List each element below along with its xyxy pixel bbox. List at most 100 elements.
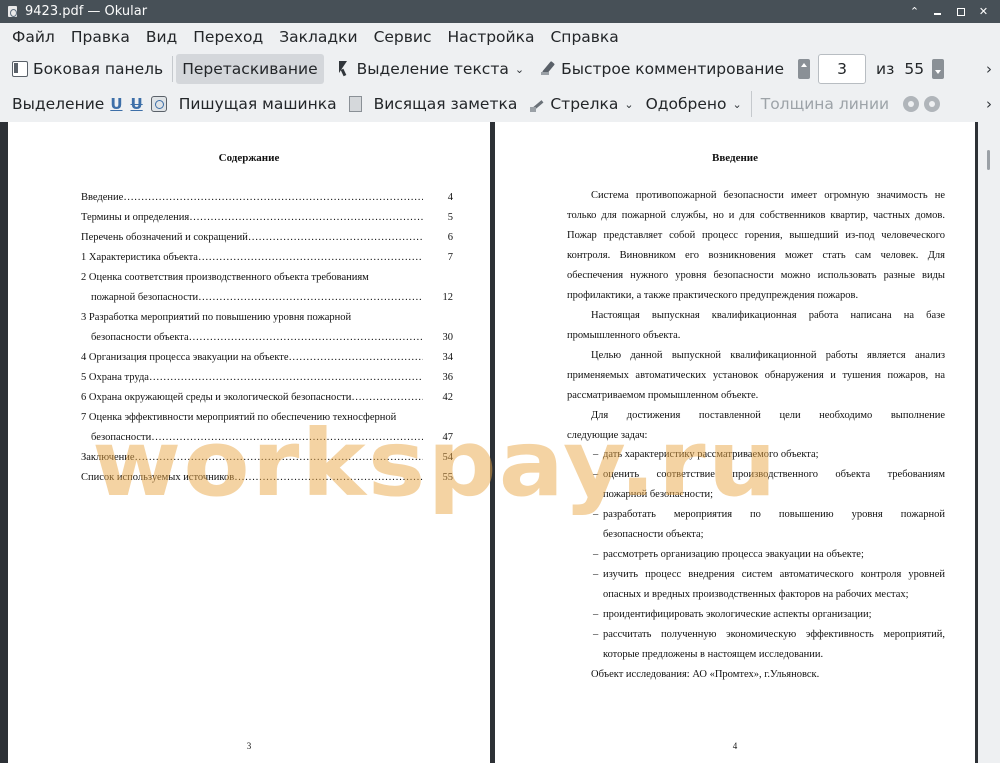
toolbar-overflow-icon[interactable]: › [986,95,992,113]
paragraph-line: Система противопожарной безопасности име… [591,190,945,201]
text-select-label: Выделение текста [356,60,509,78]
page-number: 3 [246,741,252,751]
page-of-label: из [876,60,895,78]
menu-bookmarks[interactable]: Закладки [271,23,365,51]
line-width-label: Толщина линии [760,95,890,113]
popup-note-button[interactable]: Висящая заметка [368,89,524,119]
paragraph-line: следующие задач: [567,430,648,441]
paragraph-line: Настоящая выпускная квалификационная раб… [591,310,945,321]
approved-stamp-button[interactable]: Одобрено ⌄ [640,89,748,119]
paragraph-line: Целью данной выпускной квалификационной … [591,350,945,361]
toc-entry: 5 Охрана труда……………………………………………………………………… [81,372,453,383]
document-view[interactable]: Содержание Введение………………………………………………………… [0,122,1000,763]
minimize-icon[interactable] [931,5,944,18]
opacity-icon[interactable] [924,96,941,112]
pdf-page-4: Введение Система противопожарной безопас… [495,122,975,763]
list-item: разработать мероприятия по повышению уро… [603,509,945,520]
keep-above-icon[interactable]: ⌃ [908,5,921,18]
highlight-button[interactable]: Выделение [6,89,110,119]
chevron-down-icon[interactable]: ⌄ [624,98,633,111]
quick-annotations-label: Быстрое комментирование [561,60,784,78]
text-select-button[interactable]: Выделение текста ⌄ [330,54,530,84]
toc-entry: безопасности объекта……………………………………………………… [91,332,453,343]
list-bullet: – [593,549,599,560]
paragraph-line: применяемых автоматических установок обн… [567,370,945,381]
page-heading: Введение [711,152,759,164]
list-item: безопасности объекта; [603,529,704,540]
color-icon[interactable] [903,96,920,112]
toc-entry: Список используемых источников…………………………… [81,472,453,483]
paragraph-line: обеспечения нужного уровня безопасности … [567,270,945,281]
squiggle-underline-icon[interactable]: U [131,95,143,113]
sidebar-button[interactable]: Боковая панель [6,54,169,84]
menu-go[interactable]: Переход [185,23,271,51]
toc-entry: Заключение………………………………………………………………………………… [81,452,453,463]
toolbar-separator [172,56,174,82]
toc-entry: Термины и определения…………………………………………………… [81,212,453,223]
menu-edit[interactable]: Правка [63,23,138,51]
menu-settings[interactable]: Настройка [440,23,543,51]
note-icon [348,96,362,112]
paragraph-line: Объект исследования: АО «Промтех», г.Уль… [591,669,820,680]
toc-entry: пожарной безопасности…………………………………………………… [91,292,453,303]
toolbar-separator [750,91,752,117]
list-bullet: – [593,509,599,520]
close-icon[interactable]: ✕ [977,5,990,18]
paragraph-line: Пожар представляет собой процесс горения… [567,230,945,241]
list-bullet: – [593,449,599,460]
arrow-icon [529,96,545,112]
menu-file[interactable]: Файл [4,23,63,51]
scrollbar-thumb[interactable] [987,150,990,170]
list-item: дать характеристику рассматриваемого объ… [603,449,819,460]
sidebar-icon [12,61,28,77]
menu-help[interactable]: Справка [542,23,626,51]
list-item: проидентифицировать экологические аспект… [603,609,872,620]
page-heading: Содержание [218,152,280,164]
toc-entry: 1 Характеристика объекта…………………………………………… [81,252,453,263]
toc-entry: Введение……………………………………………………………………………………… [81,192,453,203]
line-width-button[interactable]: Толщина линии [755,89,895,119]
toc-entry: 4 Организация процесса эвакуации на объе… [81,352,453,363]
toc-entry: 3 Разработка мероприятий по повышению ур… [81,312,352,323]
underline-icon[interactable]: U [110,95,122,113]
toc-entry: 7 Оценка эффективности мероприятий по об… [81,412,397,423]
paragraph-line: профилактики, а также практического пред… [567,290,859,301]
toolbar-overflow-icon[interactable]: › [986,60,992,78]
list-item: которые предложены в настоящем исследова… [603,649,824,660]
paragraph-line: только для пожарной службы, но и для соб… [567,210,945,221]
menu-tools[interactable]: Сервис [366,23,440,51]
typewriter-button[interactable]: Пишущая машинка [173,89,343,119]
menu-bar: Файл Правка Вид Переход Закладки Сервис … [0,23,1000,51]
toc-entry: 6 Охрана окружающей среды и экологическо… [81,392,453,403]
title-bar: 9423.pdf — Okular ⌃ ✕ [0,0,1000,23]
menu-view[interactable]: Вид [138,23,185,51]
toc-entry: 2 Оценка соответствия производственного … [81,272,369,283]
browse-tool-button[interactable]: Перетаскивание [176,54,324,84]
page-number-input[interactable]: 3 [818,54,866,84]
chevron-down-icon[interactable]: ⌄ [733,98,742,111]
list-bullet: – [593,569,599,580]
page-total-label: 55 [904,60,925,78]
list-item: изучить процесс внедрения систем автомат… [603,569,945,580]
popup-note-label: Висящая заметка [373,95,518,113]
previous-page-icon[interactable] [798,59,810,79]
list-bullet: – [593,629,599,640]
arrow-label: Стрелка [550,95,619,113]
toc-entry: Перечень обозначений и сокращений…………………… [81,232,453,243]
toc-entry: безопасности…………………………………………………………………………… [91,432,453,443]
vertical-scrollbar[interactable] [978,122,1000,763]
stamp-icon[interactable] [150,96,167,112]
list-item: рассчитать полученную экономическую эффе… [603,629,945,640]
window-title: 9423.pdf — Okular [25,4,148,19]
chevron-down-icon[interactable]: ⌄ [515,63,524,76]
arrow-button[interactable]: Стрелка ⌄ [523,89,639,119]
list-item: пожарной безопасности; [603,489,714,500]
pen-icon [540,61,556,77]
typewriter-label: Пишущая машинка [178,95,337,113]
paragraph-line: промышленного объекта. [567,330,681,341]
main-toolbar: Боковая панель Перетаскивание Выделение … [0,52,1000,86]
page-number: 4 [732,741,738,751]
quick-annotations-button[interactable]: Быстрое комментирование [534,54,790,84]
maximize-icon[interactable] [954,5,967,18]
next-page-icon[interactable] [932,59,945,79]
